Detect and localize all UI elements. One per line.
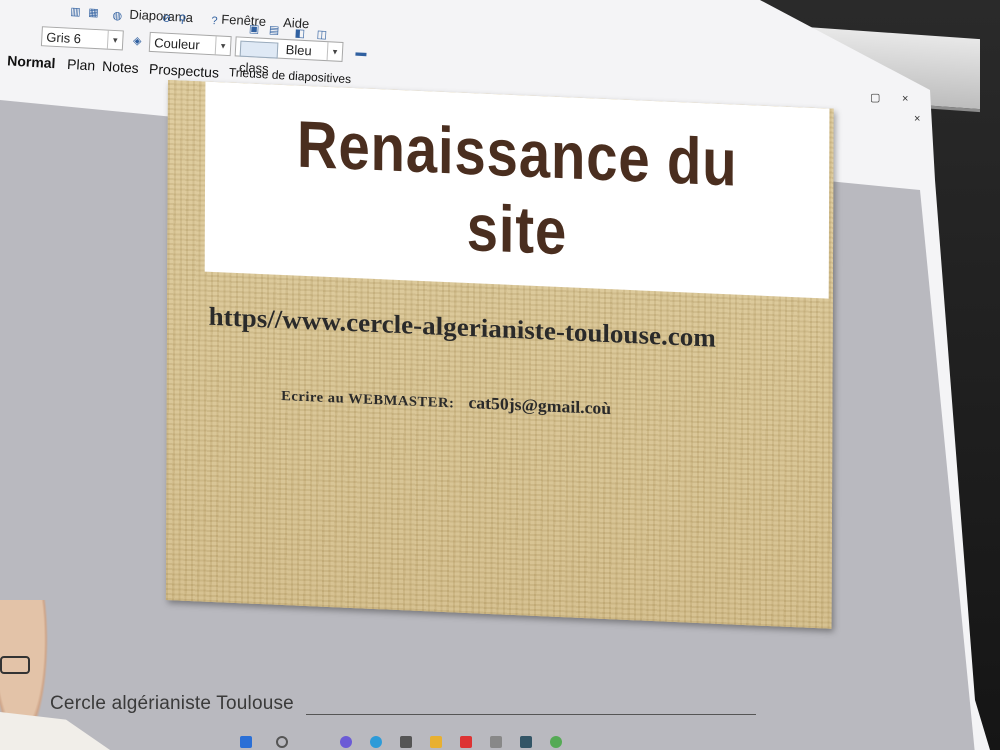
frame-icon[interactable]: ▤ <box>268 24 281 37</box>
chart-icon[interactable]: ▥ <box>69 6 82 19</box>
fill-mode-value: Couleur <box>153 35 201 53</box>
chevron-down-icon[interactable]: ▾ <box>214 36 231 56</box>
app-icon[interactable] <box>490 736 502 748</box>
app-icon[interactable] <box>550 736 562 748</box>
maximize-icon[interactable]: ▢ <box>870 91 880 104</box>
fill-bucket-icon[interactable]: ◈ <box>131 35 144 48</box>
help-icon[interactable]: ? <box>208 15 221 28</box>
store-icon[interactable] <box>400 736 412 748</box>
contact-email[interactable]: cat50js@gmail.coù <box>468 393 611 418</box>
folder-icon[interactable] <box>430 736 442 748</box>
globe-icon[interactable]: ◍ <box>111 10 124 23</box>
slide-canvas[interactable]: Renaissance du site https//www.cercle-al… <box>165 80 834 629</box>
slide-title: Renaissance du site <box>295 106 739 277</box>
chevron-down-icon[interactable]: ▾ <box>326 42 343 61</box>
line-color-value: Gris 6 <box>45 29 82 47</box>
tab-prospectus[interactable]: Prospectus <box>149 61 220 81</box>
impress-window: Diaporama Fenêtre Aide ▥ ▦ ◍ Gris 6 ▾ ◈ … <box>0 0 990 750</box>
no-entry-icon[interactable]: ⊘ <box>160 12 173 25</box>
close-document-icon[interactable]: × <box>914 113 920 125</box>
browser-icon[interactable] <box>370 736 382 748</box>
chevron-down-icon[interactable]: ▾ <box>106 30 123 50</box>
shape-icon[interactable]: ◧ <box>294 27 307 40</box>
table-icon[interactable]: ▦ <box>87 7 100 20</box>
tab-normal[interactable]: Normal <box>7 52 56 71</box>
windows-start-icon[interactable] <box>240 736 252 748</box>
tab-notes[interactable]: Notes <box>102 58 139 76</box>
app-icon[interactable] <box>340 736 352 748</box>
zoom-icon[interactable]: ⚲ <box>176 13 189 26</box>
line-color-select[interactable]: Gris 6 ▾ <box>40 26 124 51</box>
contact-line: Ecrire au WEBMASTER: cat50js@gmail.coù <box>281 385 759 426</box>
tab-plan[interactable]: Plan <box>67 56 96 74</box>
color-swatch <box>239 40 279 59</box>
window-controls: ▢ × × <box>840 85 920 125</box>
image-icon[interactable]: ▣ <box>248 23 261 36</box>
taskbar <box>200 732 980 750</box>
pdf-icon[interactable] <box>460 736 472 748</box>
fill-mode-select[interactable]: Couleur ▾ <box>148 31 232 57</box>
slide-url-text[interactable]: https//www.cercle-algerianiste-toulouse.… <box>209 302 792 357</box>
contact-label: Ecrire au WEBMASTER: <box>281 388 455 412</box>
media-icon[interactable]: ◫ <box>316 29 329 42</box>
shadow-icon[interactable]: ▬ <box>355 47 368 60</box>
presenter-glasses <box>0 656 30 674</box>
close-icon[interactable]: × <box>902 93 908 105</box>
title-placeholder[interactable]: Renaissance du site <box>204 81 830 299</box>
search-icon[interactable] <box>276 736 288 748</box>
app-icon[interactable] <box>520 736 532 748</box>
watermark-text: Cercle algérianiste Toulouse <box>50 693 294 714</box>
watermark-underline <box>306 714 756 715</box>
